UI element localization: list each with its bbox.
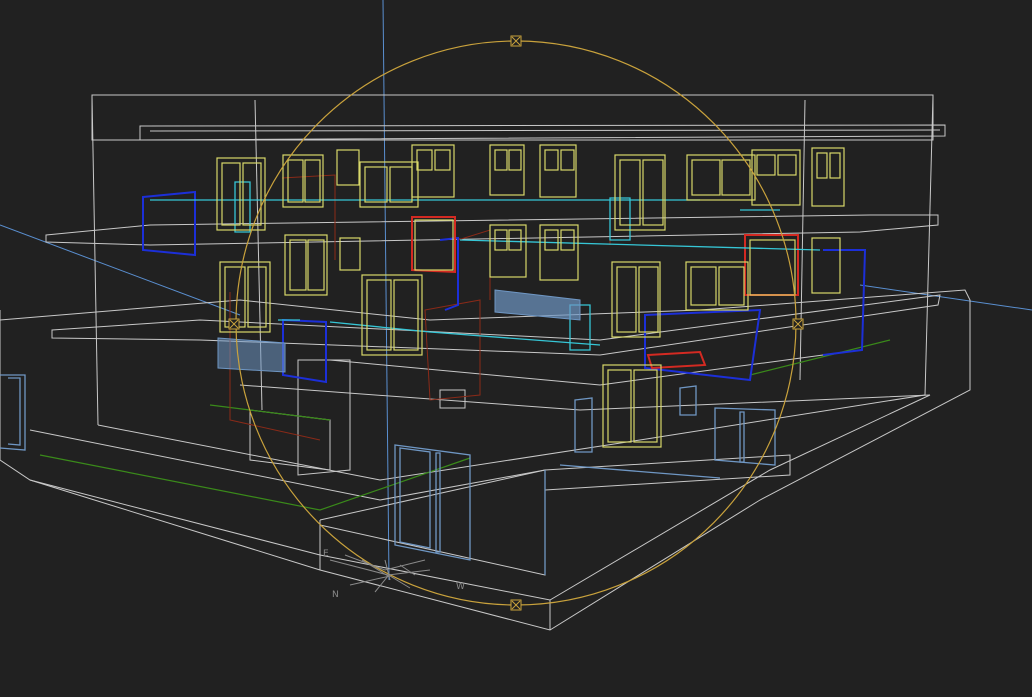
compass-west-label: W xyxy=(456,582,465,592)
orbit-grip-right-icon[interactable] xyxy=(792,318,804,330)
3d-wireframe-viewport[interactable]: E W N xyxy=(0,0,1032,697)
cyan-glass xyxy=(150,181,821,351)
orbit-grip-bottom-icon[interactable] xyxy=(510,599,522,611)
building-wireframe xyxy=(0,94,971,631)
compass-east-label: E xyxy=(323,549,329,559)
axis-lines xyxy=(0,0,1032,581)
glass-panels xyxy=(217,289,581,373)
orbit-grip-top-icon[interactable] xyxy=(510,35,522,47)
compass-north-label: N xyxy=(332,590,339,600)
orbit-grip-left-icon[interactable] xyxy=(228,318,240,330)
